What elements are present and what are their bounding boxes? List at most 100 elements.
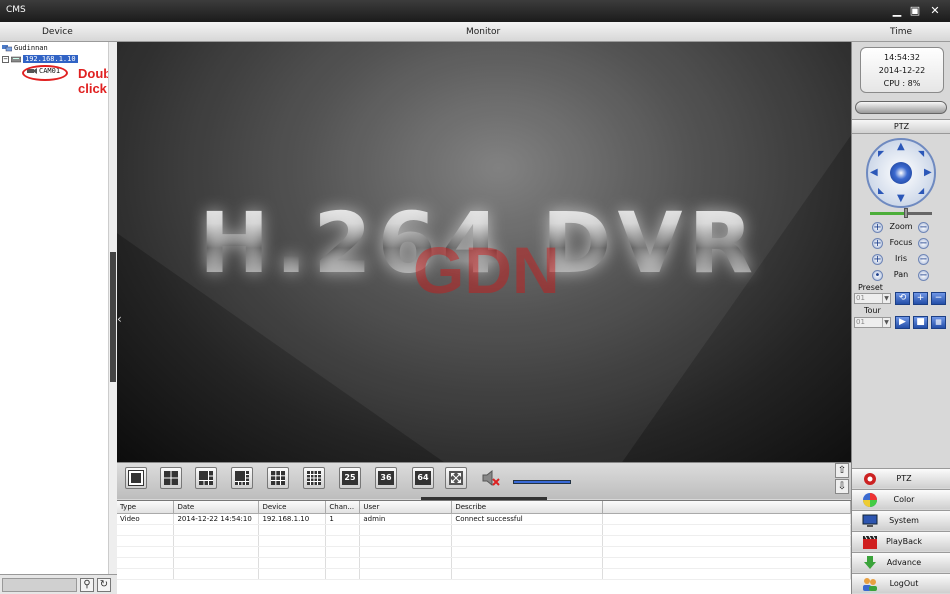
menu-color[interactable]: Color [852, 489, 950, 509]
zoom-in-button[interactable]: + [872, 222, 883, 233]
device-tree: Gudinnan −192.168.1.10 CAM01 [0, 42, 108, 574]
scrollbar-thumb[interactable] [110, 252, 116, 382]
ptz-center-button[interactable] [890, 162, 912, 184]
cms-window: CMS ▁ ▣ ✕ Device Monitor Time Gudinnan −… [0, 0, 950, 594]
scroll-up-icon[interactable]: ⇧ [835, 463, 849, 478]
zoom-out-button[interactable]: − [918, 222, 929, 233]
preset-label: Preset [858, 283, 883, 292]
col-date[interactable]: Date [173, 501, 260, 514]
tour-select[interactable]: 01 ▼ [854, 317, 891, 328]
dvr-device-icon [11, 56, 21, 63]
close-button[interactable]: ✕ [928, 4, 942, 18]
table-row [117, 557, 851, 569]
video-viewport[interactable]: H.264 DVR GDN ‹ [117, 42, 851, 462]
col-user[interactable]: User [359, 501, 453, 514]
device-panel: Gudinnan −192.168.1.10 CAM01 Double clic… [0, 42, 122, 594]
layout-64-button[interactable]: 64 [412, 467, 434, 489]
layout-9-button[interactable] [267, 467, 289, 489]
tree-root[interactable]: Gudinnan [2, 43, 48, 54]
iris-control: + Iris − [852, 253, 950, 267]
volume-slider[interactable] [513, 480, 571, 484]
time-header: Time [890, 27, 913, 37]
focus-near-button[interactable]: + [872, 238, 883, 249]
ptz-speed-slider[interactable] [870, 208, 932, 218]
tree-root-label: Gudinnan [14, 44, 48, 52]
layout-1-button[interactable] [125, 467, 147, 489]
cell-device: 192.168.1.10 [258, 513, 327, 525]
menu-playback[interactable]: PlayBack [852, 531, 950, 551]
tour-grid-button[interactable]: ▦ [931, 316, 946, 329]
zoom-control: + Zoom − [852, 221, 950, 235]
tour-play-button[interactable]: ▶ [895, 316, 910, 329]
layout-8-button[interactable] [231, 467, 253, 489]
minimize-button[interactable]: ▁ [890, 4, 904, 18]
layout-16-button[interactable] [303, 467, 325, 489]
menu-advance[interactable]: Advance [852, 552, 950, 572]
speed-knob[interactable] [904, 208, 908, 218]
clock-date: 2014-12-22 [878, 66, 926, 75]
refresh-icon[interactable]: ↻ [97, 578, 111, 592]
menu-logout[interactable]: LogOut [852, 573, 950, 593]
col-device[interactable]: Device [258, 501, 327, 514]
cell-type: Video [117, 513, 175, 525]
table-row [117, 535, 851, 547]
collapse-panel-icon[interactable]: ‹ [117, 312, 125, 326]
layout-6-button[interactable] [195, 467, 217, 489]
preset-add-button[interactable]: + [913, 292, 928, 305]
menu-ptz-label: PTZ [896, 474, 912, 483]
scroll-down-icon[interactable]: ⇩ [835, 479, 849, 494]
layout-36-label: 36 [378, 471, 394, 485]
search-input[interactable] [2, 578, 77, 592]
up-left-arrow-icon[interactable]: ◤ [878, 149, 884, 158]
pan-stop-button[interactable]: − [918, 270, 929, 281]
focus-far-button[interactable]: − [918, 238, 929, 249]
tree-device[interactable]: − 192.168.1.10 [2, 54, 78, 65]
iris-close-button[interactable]: − [918, 254, 929, 265]
up-right-arrow-icon[interactable]: ◥ [918, 149, 924, 158]
pan-button[interactable]: • [872, 270, 883, 281]
menu-ptz[interactable]: PTZ [852, 468, 950, 488]
users-icon [863, 578, 877, 591]
tour-label: Tour [864, 306, 881, 315]
down-right-arrow-icon[interactable]: ◢ [918, 186, 924, 195]
cpu-usage: CPU : 8% [883, 79, 921, 88]
layout-36-button[interactable]: 36 [375, 467, 397, 489]
layout-25-label: 25 [342, 471, 358, 485]
title-bar: CMS ▁ ▣ ✕ [0, 0, 950, 22]
color-palette-icon [863, 493, 877, 507]
search-icon[interactable]: ⚲ [80, 578, 94, 592]
window-title: CMS [6, 5, 26, 15]
ptz-direction-pad[interactable]: ▲ ▼ ◀ ▶ ◤ ◥ ◣ ◢ [866, 138, 936, 208]
status-bar [855, 101, 947, 114]
fullscreen-button[interactable] [445, 467, 467, 489]
menu-system[interactable]: System [852, 510, 950, 530]
tour-stop-button[interactable]: ■ [913, 316, 928, 329]
menu-color-label: Color [893, 495, 915, 504]
right-arrow-icon[interactable]: ▶ [924, 167, 932, 178]
down-left-arrow-icon[interactable]: ◣ [878, 186, 884, 195]
device-tree-scrollbar[interactable] [108, 42, 117, 574]
layout-4-button[interactable] [160, 467, 182, 489]
table-row[interactable]: Video 2014-12-22 14:54:10 192.168.1.10 1… [117, 513, 851, 525]
monitor-icon [862, 514, 878, 527]
col-channel[interactable]: Chan... [325, 501, 361, 514]
col-describe[interactable]: Describe [451, 501, 604, 514]
iris-open-button[interactable]: + [872, 254, 883, 265]
left-arrow-icon[interactable]: ◀ [870, 167, 878, 178]
mute-button[interactable] [481, 468, 501, 488]
up-arrow-icon[interactable]: ▲ [897, 141, 905, 152]
preset-select[interactable]: 01 ▼ [854, 293, 891, 304]
maximize-button[interactable]: ▣ [908, 4, 922, 18]
menu-playback-label: PlayBack [885, 537, 923, 546]
down-arrow-icon[interactable]: ▼ [897, 193, 905, 204]
col-type[interactable]: Type [117, 501, 175, 514]
collapse-icon[interactable]: − [2, 55, 9, 63]
table-row [117, 568, 851, 580]
network-icon [2, 45, 12, 52]
table-row [117, 524, 851, 536]
layout-25-button[interactable]: 25 [339, 467, 361, 489]
log-table: Type Date Device Chan... User Describe V… [117, 501, 851, 580]
nine-view-icon [271, 471, 285, 485]
preset-remove-button[interactable]: − [931, 292, 946, 305]
preset-goto-button[interactable]: ⟲ [895, 292, 910, 305]
